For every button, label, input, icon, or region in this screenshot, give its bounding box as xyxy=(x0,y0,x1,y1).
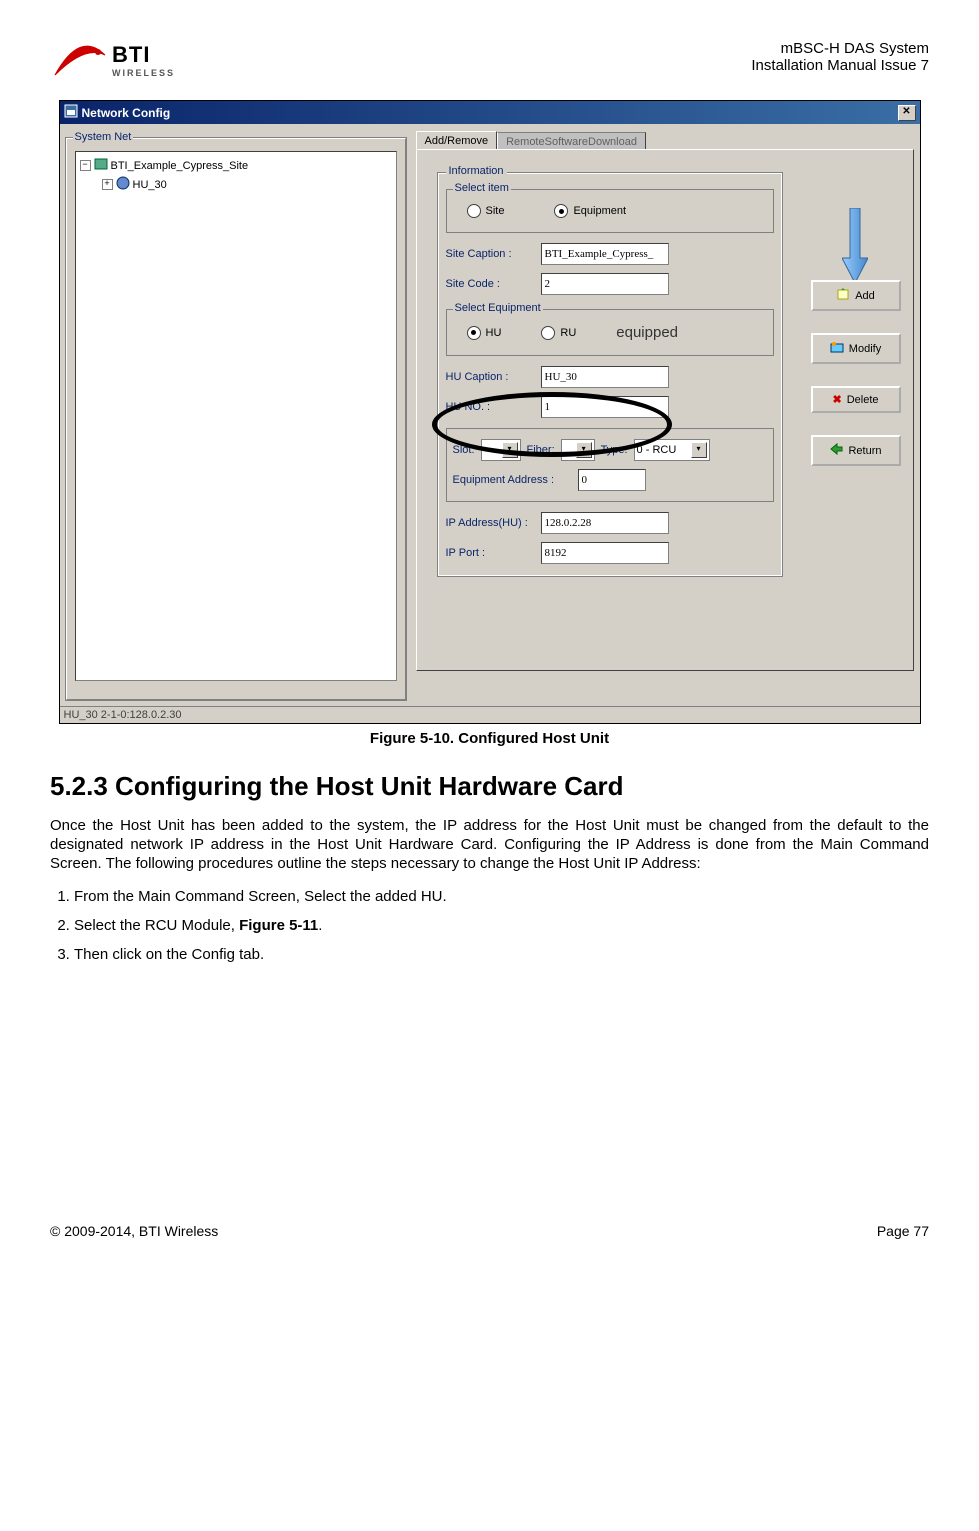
modify-button[interactable]: Modify xyxy=(811,333,901,364)
system-net-group: System Net − BTI_Example_Cypress_Site + xyxy=(66,138,406,700)
delete-icon: ✖ xyxy=(832,393,841,406)
radio-equipment[interactable]: Equipment xyxy=(554,204,626,218)
ip-port-label: IP Port : xyxy=(446,547,541,559)
section-paragraph: Once the Host Unit has been added to the… xyxy=(50,817,929,873)
modify-icon xyxy=(830,340,844,357)
tab-add-remove[interactable]: Add/Remove xyxy=(416,131,498,150)
hu-caption-input[interactable] xyxy=(541,366,669,388)
type-value: 0 - RCU xyxy=(637,444,677,456)
equipped-text: equipped xyxy=(616,324,678,341)
fiber-label: Fiber: xyxy=(527,444,555,456)
delete-label: Delete xyxy=(847,394,879,406)
hu-no-input[interactable] xyxy=(541,396,669,418)
step-2: Select the RCU Module, Figure 5-11. xyxy=(74,917,929,934)
step2-bold: Figure 5-11 xyxy=(239,917,318,934)
return-label: Return xyxy=(848,445,881,457)
radio-site-label: Site xyxy=(486,205,505,217)
select-equipment-group: Select Equipment HU RU equipped xyxy=(446,309,774,356)
doc-title-2: Installation Manual Issue 7 xyxy=(751,57,929,74)
ip-port-input[interactable] xyxy=(541,542,669,564)
equip-addr-input[interactable] xyxy=(578,469,646,491)
slot-label: Slot: xyxy=(453,444,475,456)
ip-address-label: IP Address(HU) : xyxy=(446,517,541,529)
titlebar: Network Config ✕ xyxy=(60,101,920,124)
site-code-input[interactable] xyxy=(541,273,669,295)
radio-site[interactable]: Site xyxy=(467,204,505,218)
logo-subtext: WIRELESS xyxy=(112,68,175,78)
step-3: Then click on the Config tab. xyxy=(74,946,929,963)
radio-hu-label: HU xyxy=(486,327,502,339)
hu-no-label: HU NO. : xyxy=(446,401,541,413)
return-button[interactable]: Return xyxy=(811,435,901,466)
chevron-down-icon: ▾ xyxy=(691,442,707,458)
fiber-select[interactable]: ▾ xyxy=(561,439,595,461)
hu-icon xyxy=(116,176,130,193)
arrow-annotation-icon xyxy=(842,208,868,283)
doc-title-1: mBSC-H DAS System xyxy=(751,40,929,57)
radio-icon xyxy=(467,326,481,340)
tree-child-label: HU_30 xyxy=(133,179,167,191)
page-header: BTI WIRELESS mBSC-H DAS System Installat… xyxy=(50,40,929,80)
radio-icon xyxy=(554,204,568,218)
slot-select[interactable]: ▾ xyxy=(481,439,521,461)
system-net-label: System Net xyxy=(73,131,134,143)
slot-fiber-type-group: Slot: ▾ Fiber: ▾ Type: 0 - RCU ▾ Equipmen… xyxy=(446,428,774,502)
section-heading: 5.2.3 Configuring the Host Unit Hardware… xyxy=(50,771,929,802)
radio-equipment-label: Equipment xyxy=(573,205,626,217)
statusbar: HU_30 2-1-0:128.0.2.30 xyxy=(60,706,920,723)
select-item-group: Select item Site Equipment xyxy=(446,189,774,233)
footer-left: © 2009-2014, BTI Wireless xyxy=(50,1223,218,1239)
type-select[interactable]: 0 - RCU ▾ xyxy=(634,439,710,461)
site-caption-input[interactable] xyxy=(541,243,669,265)
add-label: Add xyxy=(855,290,875,302)
return-icon xyxy=(829,442,843,459)
logo-text: BTI xyxy=(112,42,175,68)
tree-root-row[interactable]: − BTI_Example_Cypress_Site xyxy=(80,156,392,175)
logo: BTI WIRELESS xyxy=(50,40,175,80)
site-caption-label: Site Caption : xyxy=(446,248,541,260)
collapse-icon[interactable]: − xyxy=(80,160,91,171)
tree-view[interactable]: − BTI_Example_Cypress_Site + HU_30 xyxy=(75,151,397,681)
step2-pre: Select the RCU Module, xyxy=(74,917,239,934)
steps-list: From the Main Command Screen, Select the… xyxy=(50,888,929,963)
information-group: Information Select item Site Equipment xyxy=(437,172,783,577)
expand-icon[interactable]: + xyxy=(102,179,113,190)
radio-ru-label: RU xyxy=(560,327,576,339)
screenshot-window: Network Config ✕ System Net − BTI_Exampl… xyxy=(59,100,921,724)
chevron-down-icon: ▾ xyxy=(576,442,592,458)
radio-hu[interactable]: HU xyxy=(467,326,502,340)
radio-ru[interactable]: RU xyxy=(541,326,576,340)
site-code-label: Site Code : xyxy=(446,278,541,290)
footer-right: Page 77 xyxy=(877,1223,929,1239)
page-footer: © 2009-2014, BTI Wireless Page 77 xyxy=(50,1223,929,1239)
hu-caption-label: HU Caption : xyxy=(446,371,541,383)
ip-address-input[interactable] xyxy=(541,512,669,534)
tab-panel: Information Select item Site Equipment xyxy=(416,149,914,671)
radio-icon xyxy=(467,204,481,218)
type-label: Type: xyxy=(601,444,628,456)
add-icon xyxy=(836,287,850,304)
select-equipment-label: Select Equipment xyxy=(453,302,543,314)
site-icon xyxy=(94,157,108,174)
chevron-down-icon: ▾ xyxy=(502,442,518,458)
window-title: Network Config xyxy=(82,106,171,120)
logo-swoosh-icon xyxy=(50,40,110,80)
tree-root-label: BTI_Example_Cypress_Site xyxy=(111,160,249,172)
step-1: From the Main Command Screen, Select the… xyxy=(74,888,929,905)
tree-child-row[interactable]: + HU_30 xyxy=(80,175,392,194)
select-item-label: Select item xyxy=(453,182,511,194)
radio-icon xyxy=(541,326,555,340)
add-button[interactable]: Add xyxy=(811,280,901,311)
window-icon xyxy=(64,104,78,121)
information-label: Information xyxy=(446,165,507,177)
delete-button[interactable]: ✖ Delete xyxy=(811,386,901,413)
header-right: mBSC-H DAS System Installation Manual Is… xyxy=(751,40,929,74)
equip-addr-label: Equipment Address : xyxy=(453,474,578,486)
close-button[interactable]: ✕ xyxy=(898,105,916,121)
figure-caption: Figure 5-10. Configured Host Unit xyxy=(50,730,929,747)
modify-label: Modify xyxy=(849,343,881,355)
step2-post: . xyxy=(318,917,322,934)
